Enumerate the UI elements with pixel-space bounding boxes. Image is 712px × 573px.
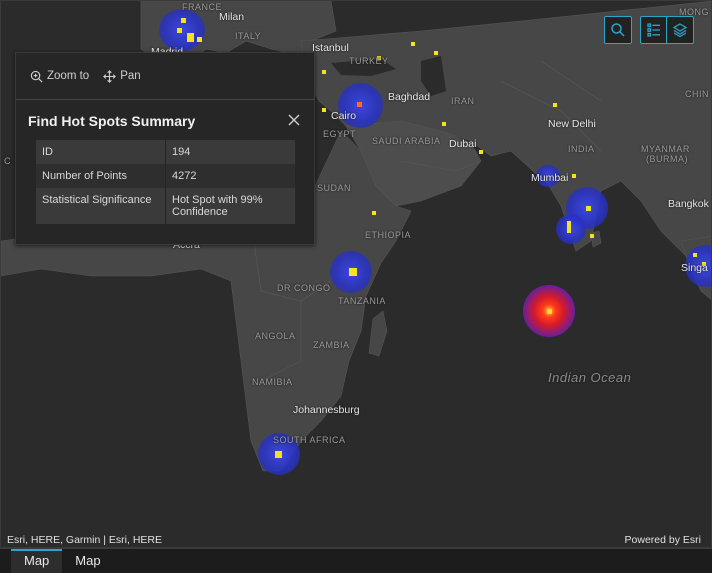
- pan-label: Pan: [120, 70, 141, 82]
- point[interactable]: [567, 221, 571, 233]
- layer-list-button[interactable]: [666, 16, 694, 44]
- label-johannesburg: Johannesburg: [293, 404, 360, 416]
- point[interactable]: [275, 451, 282, 458]
- point[interactable]: [197, 37, 202, 42]
- point[interactable]: [434, 51, 438, 55]
- label-ethiopia: ETHIOPIA: [365, 230, 412, 240]
- field-name: Number of Points: [36, 164, 166, 188]
- powered-by-esri[interactable]: Powered by Esri: [625, 534, 701, 546]
- label-cairo: Cairo: [331, 110, 357, 122]
- point[interactable]: [411, 42, 415, 46]
- zoom-to-label: Zoom to: [47, 70, 90, 82]
- label-china: CHIN: [685, 89, 709, 99]
- label-zambia: ZAMBIA: [313, 340, 350, 350]
- label-new-delhi: New Delhi: [548, 118, 596, 130]
- label-tanzania: TANZANIA: [338, 296, 386, 306]
- table-row: Number of Points 4272: [36, 164, 296, 188]
- table-row: Statistical Significance Hot Spot with 9…: [36, 188, 296, 224]
- label-edge-c: C: [4, 156, 11, 166]
- point[interactable]: [322, 108, 326, 112]
- point[interactable]: [547, 309, 552, 314]
- popup-header: Find Hot Spots Summary: [16, 100, 314, 140]
- field-value: 4272: [166, 164, 296, 188]
- popup-panel: Zoom to Pan Find Hot Spots Summary ID 19…: [15, 52, 315, 245]
- point[interactable]: [590, 234, 594, 238]
- point[interactable]: [586, 206, 591, 211]
- field-name: ID: [36, 140, 166, 164]
- popup-title: Find Hot Spots Summary: [28, 113, 196, 129]
- label-india: INDIA: [568, 144, 595, 154]
- map-attribution[interactable]: Esri, HERE, Garmin | Esri, HERE: [7, 534, 162, 546]
- zoom-to-button[interactable]: Zoom to: [30, 70, 89, 83]
- point[interactable]: [187, 33, 194, 42]
- label-myanmar-burma: (BURMA): [646, 154, 688, 164]
- attribute-table: ID 194 Number of Points 4272 Statistical…: [36, 140, 296, 224]
- search-button[interactable]: [604, 16, 632, 44]
- label-saudi-arabia: SAUDI ARABIA: [372, 136, 441, 146]
- layers-icon: [672, 23, 688, 38]
- bottom-tab-bar: Map Map: [0, 548, 712, 573]
- point[interactable]: [322, 70, 326, 74]
- label-istanbul: Istanbul: [312, 42, 349, 54]
- point[interactable]: [349, 268, 357, 276]
- field-value: Hot Spot with 99% Confidence: [166, 188, 296, 224]
- label-south-africa: SOUTH AFRICA: [273, 435, 346, 445]
- label-bangkok: Bangkok: [668, 198, 709, 210]
- table-row: ID 194: [36, 140, 296, 164]
- field-value: 194: [166, 140, 296, 164]
- tab-map-2[interactable]: Map: [62, 549, 113, 573]
- label-indian-ocean: Indian Ocean: [548, 370, 632, 385]
- popup-actions: Zoom to Pan: [16, 53, 314, 100]
- label-myanmar: MYANMAR: [641, 144, 690, 154]
- legend-button[interactable]: [640, 16, 668, 44]
- hot-spot-madrid[interactable]: [159, 9, 205, 51]
- search-icon: [611, 23, 625, 37]
- label-dubai: Dubai: [449, 138, 477, 150]
- label-singapore: Singa: [681, 262, 708, 274]
- field-name: Statistical Significance: [36, 188, 166, 224]
- label-italy: ITALY: [235, 31, 262, 41]
- point[interactable]: [693, 253, 697, 257]
- point[interactable]: [572, 174, 576, 178]
- point[interactable]: [479, 150, 483, 154]
- map-view[interactable]: FRANCE Milan ITALY Madrid Istanbul TURKE…: [0, 0, 712, 548]
- point[interactable]: [357, 102, 362, 107]
- point[interactable]: [442, 122, 446, 126]
- label-turkey: TURKEY: [349, 56, 389, 66]
- label-france: FRANCE: [182, 2, 223, 12]
- pan-button[interactable]: Pan: [103, 69, 141, 83]
- point[interactable]: [553, 103, 557, 107]
- label-mumbai: Mumbai: [531, 172, 569, 184]
- hot-spot-india-south-2[interactable]: [556, 214, 586, 244]
- tab-map-1[interactable]: Map: [11, 549, 63, 573]
- label-egypt: EGYPT: [323, 129, 357, 139]
- zoom-in-icon: [30, 70, 43, 82]
- label-iran: IRAN: [451, 96, 475, 106]
- label-milan: Milan: [219, 11, 245, 23]
- close-icon[interactable]: [286, 112, 302, 128]
- point[interactable]: [181, 18, 186, 23]
- label-sudan: SUDAN: [317, 183, 352, 193]
- label-angola: ANGOLA: [255, 331, 296, 341]
- label-dr-congo: DR CONGO: [277, 283, 331, 293]
- move-arrows-icon: [103, 69, 117, 83]
- legend-list-icon: [647, 23, 660, 37]
- label-baghdad: Baghdad: [388, 91, 431, 103]
- label-namibia: NAMIBIA: [252, 377, 293, 387]
- point[interactable]: [177, 28, 182, 33]
- point[interactable]: [372, 211, 376, 215]
